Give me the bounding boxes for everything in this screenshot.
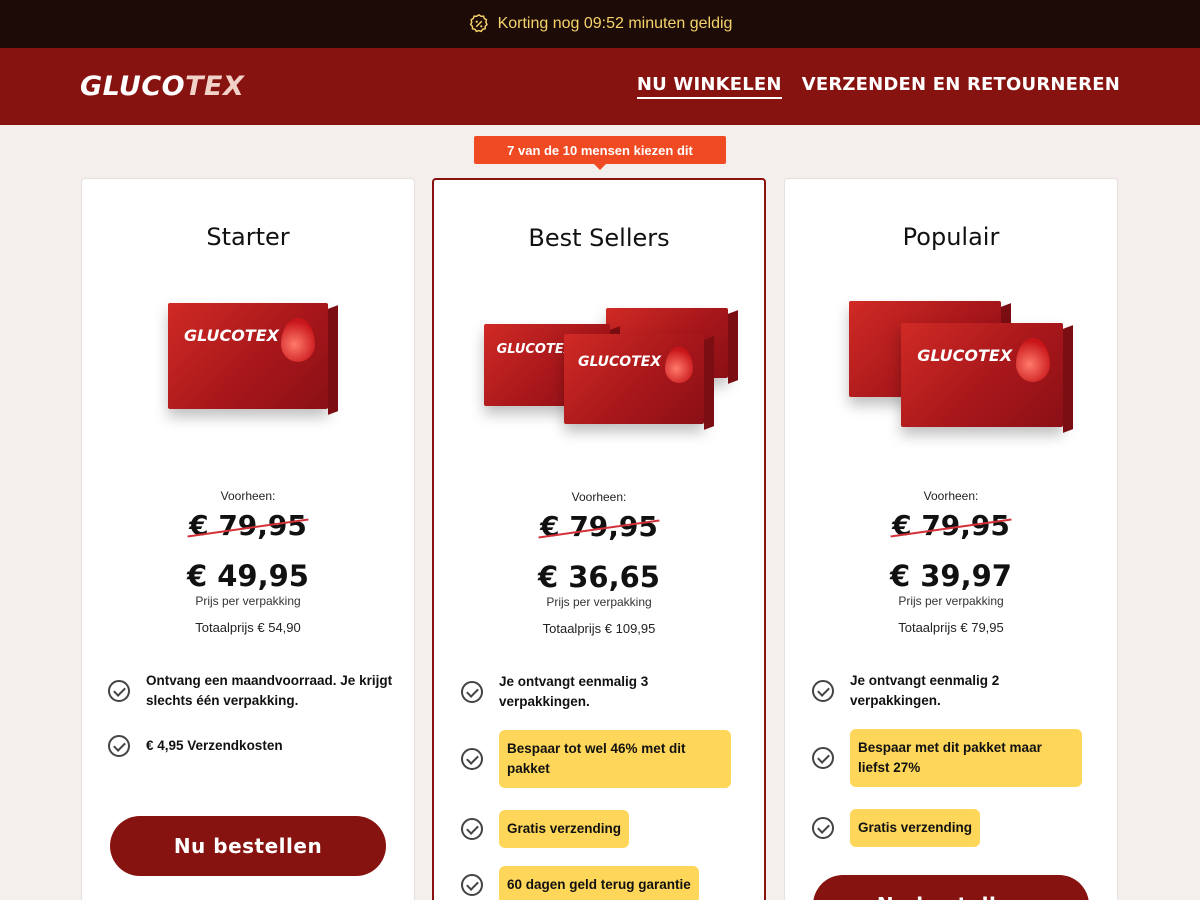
total-price: Totaalprijs € 79,95 <box>898 620 1004 635</box>
total-price: Totaalprijs € 54,90 <box>195 620 301 635</box>
pricing-card-starter: Starter GLUCOTEX Voorheen: € 79,95 € 49,… <box>81 178 415 900</box>
product-box-label: GLUCOTEX <box>496 342 574 358</box>
feature-list: Je ontvangt eenmalig 3 verpakkingen. Bes… <box>461 674 744 900</box>
nav-shipping-returns[interactable]: VERZENDEN EN RETOURNEREN <box>802 74 1120 99</box>
new-price: € 39,97 <box>889 559 1012 593</box>
check-circle-icon <box>461 681 483 703</box>
feature-item: Bespaar tot wel 46% met dit pakket <box>461 730 744 788</box>
check-circle-icon <box>461 748 483 770</box>
blood-drop-icon <box>281 317 316 362</box>
discount-timer-text: Korting nog 09:52 minuten geldig <box>497 15 733 32</box>
feature-item: Je ontvangt eenmalig 3 verpakkingen. <box>461 672 744 712</box>
main-nav: NU WINKELEN VERZENDEN EN RETOURNEREN <box>636 74 1120 99</box>
feature-item: Ontvang een maandvoorraad. Je krijgt sle… <box>108 671 394 711</box>
logo-text-accent: TEX <box>185 71 245 102</box>
product-box-label: GLUCOTEX <box>917 345 1013 365</box>
card-title: Best Sellers <box>528 224 670 252</box>
logo-text-main: GLUCO <box>80 71 186 102</box>
feature-list: Ontvang een maandvoorraad. Je krijgt sle… <box>108 673 394 761</box>
site-header: GLUCOTEX NU WINKELEN VERZENDEN EN RETOUR… <box>0 48 1200 125</box>
previous-price-label: Voorheen: <box>571 490 627 504</box>
savings-highlight: Bespaar tot wel 46% met dit pakket <box>499 730 731 788</box>
popular-choice-ribbon: 7 van de 10 mensen kiezen dit <box>474 136 726 170</box>
check-circle-icon <box>108 735 130 757</box>
free-shipping-highlight: Gratis verzending <box>499 810 630 848</box>
blood-drop-icon <box>1016 337 1051 382</box>
feature-item: 60 dagen geld terug garantie <box>461 866 744 900</box>
price-per-pack-label: Prijs per verpakking <box>195 594 301 608</box>
product-box-label: GLUCOTEX <box>184 326 279 346</box>
check-circle-icon <box>108 680 130 702</box>
new-price: € 49,95 <box>186 559 309 593</box>
product-box: GLUCOTEX <box>564 334 714 430</box>
total-price: Totaalprijs € 109,95 <box>542 621 656 636</box>
nav-shop-now[interactable]: NU WINKELEN <box>636 74 782 99</box>
card-title: Starter <box>206 223 290 251</box>
discount-timer-bar: Korting nog 09:52 minuten geldig <box>0 0 1200 48</box>
discount-badge-icon <box>469 13 488 33</box>
check-circle-icon <box>461 818 483 840</box>
old-price: € 79,95 <box>189 509 307 542</box>
pricing-card-best-sellers: Best Sellers GLUCOTEX GLUCOTEX Voorheen:… <box>432 178 766 900</box>
blood-drop-icon <box>664 346 693 383</box>
product-box: GLUCOTEX <box>168 303 338 415</box>
feature-item: Bespaar met dit pakket maar liefst 27% <box>812 729 1097 787</box>
card-title: Populair <box>902 223 1000 251</box>
site-logo[interactable]: GLUCOTEX <box>80 71 244 102</box>
product-image-single: GLUCOTEX <box>82 289 414 439</box>
feature-item: Je ontvangt eenmalig 2 verpakkingen. <box>812 671 1097 711</box>
order-button[interactable]: Nu bestellen <box>813 875 1089 900</box>
feature-item: Gratis verzending <box>812 809 1097 847</box>
free-shipping-highlight: Gratis verzending <box>850 809 981 847</box>
pricing-cards: Starter GLUCOTEX Voorheen: € 79,95 € 49,… <box>81 178 1119 900</box>
product-image-triple: GLUCOTEX GLUCOTEX <box>434 290 764 440</box>
previous-price-label: Voorheen: <box>220 489 276 503</box>
product-box: GLUCOTEX <box>901 323 1073 433</box>
check-circle-icon <box>812 680 834 702</box>
guarantee-highlight: 60 dagen geld terug garantie <box>499 866 699 900</box>
previous-price-label: Voorheen: <box>923 489 979 503</box>
savings-highlight: Bespaar met dit pakket maar liefst 27% <box>850 729 1082 787</box>
new-price: € 36,65 <box>537 560 660 594</box>
pricing-card-popular: Populair GLUCOTEX Voorheen: € 79,95 € 39… <box>784 178 1118 900</box>
check-circle-icon <box>812 817 834 839</box>
price-per-pack-label: Prijs per verpakking <box>898 594 1004 608</box>
check-circle-icon <box>461 874 483 896</box>
old-price: € 79,95 <box>892 509 1010 542</box>
feature-item: € 4,95 Verzendkosten <box>108 731 394 761</box>
check-circle-icon <box>812 747 834 769</box>
feature-item: Gratis verzending <box>461 810 744 848</box>
product-box-label: GLUCOTEX <box>578 353 662 370</box>
old-price: € 79,95 <box>540 510 658 543</box>
order-button[interactable]: Nu bestellen <box>110 816 386 876</box>
price-per-pack-label: Prijs per verpakking <box>546 595 652 609</box>
feature-list: Je ontvangt eenmalig 2 verpakkingen. Bes… <box>812 673 1097 847</box>
product-image-double: GLUCOTEX <box>785 289 1117 439</box>
